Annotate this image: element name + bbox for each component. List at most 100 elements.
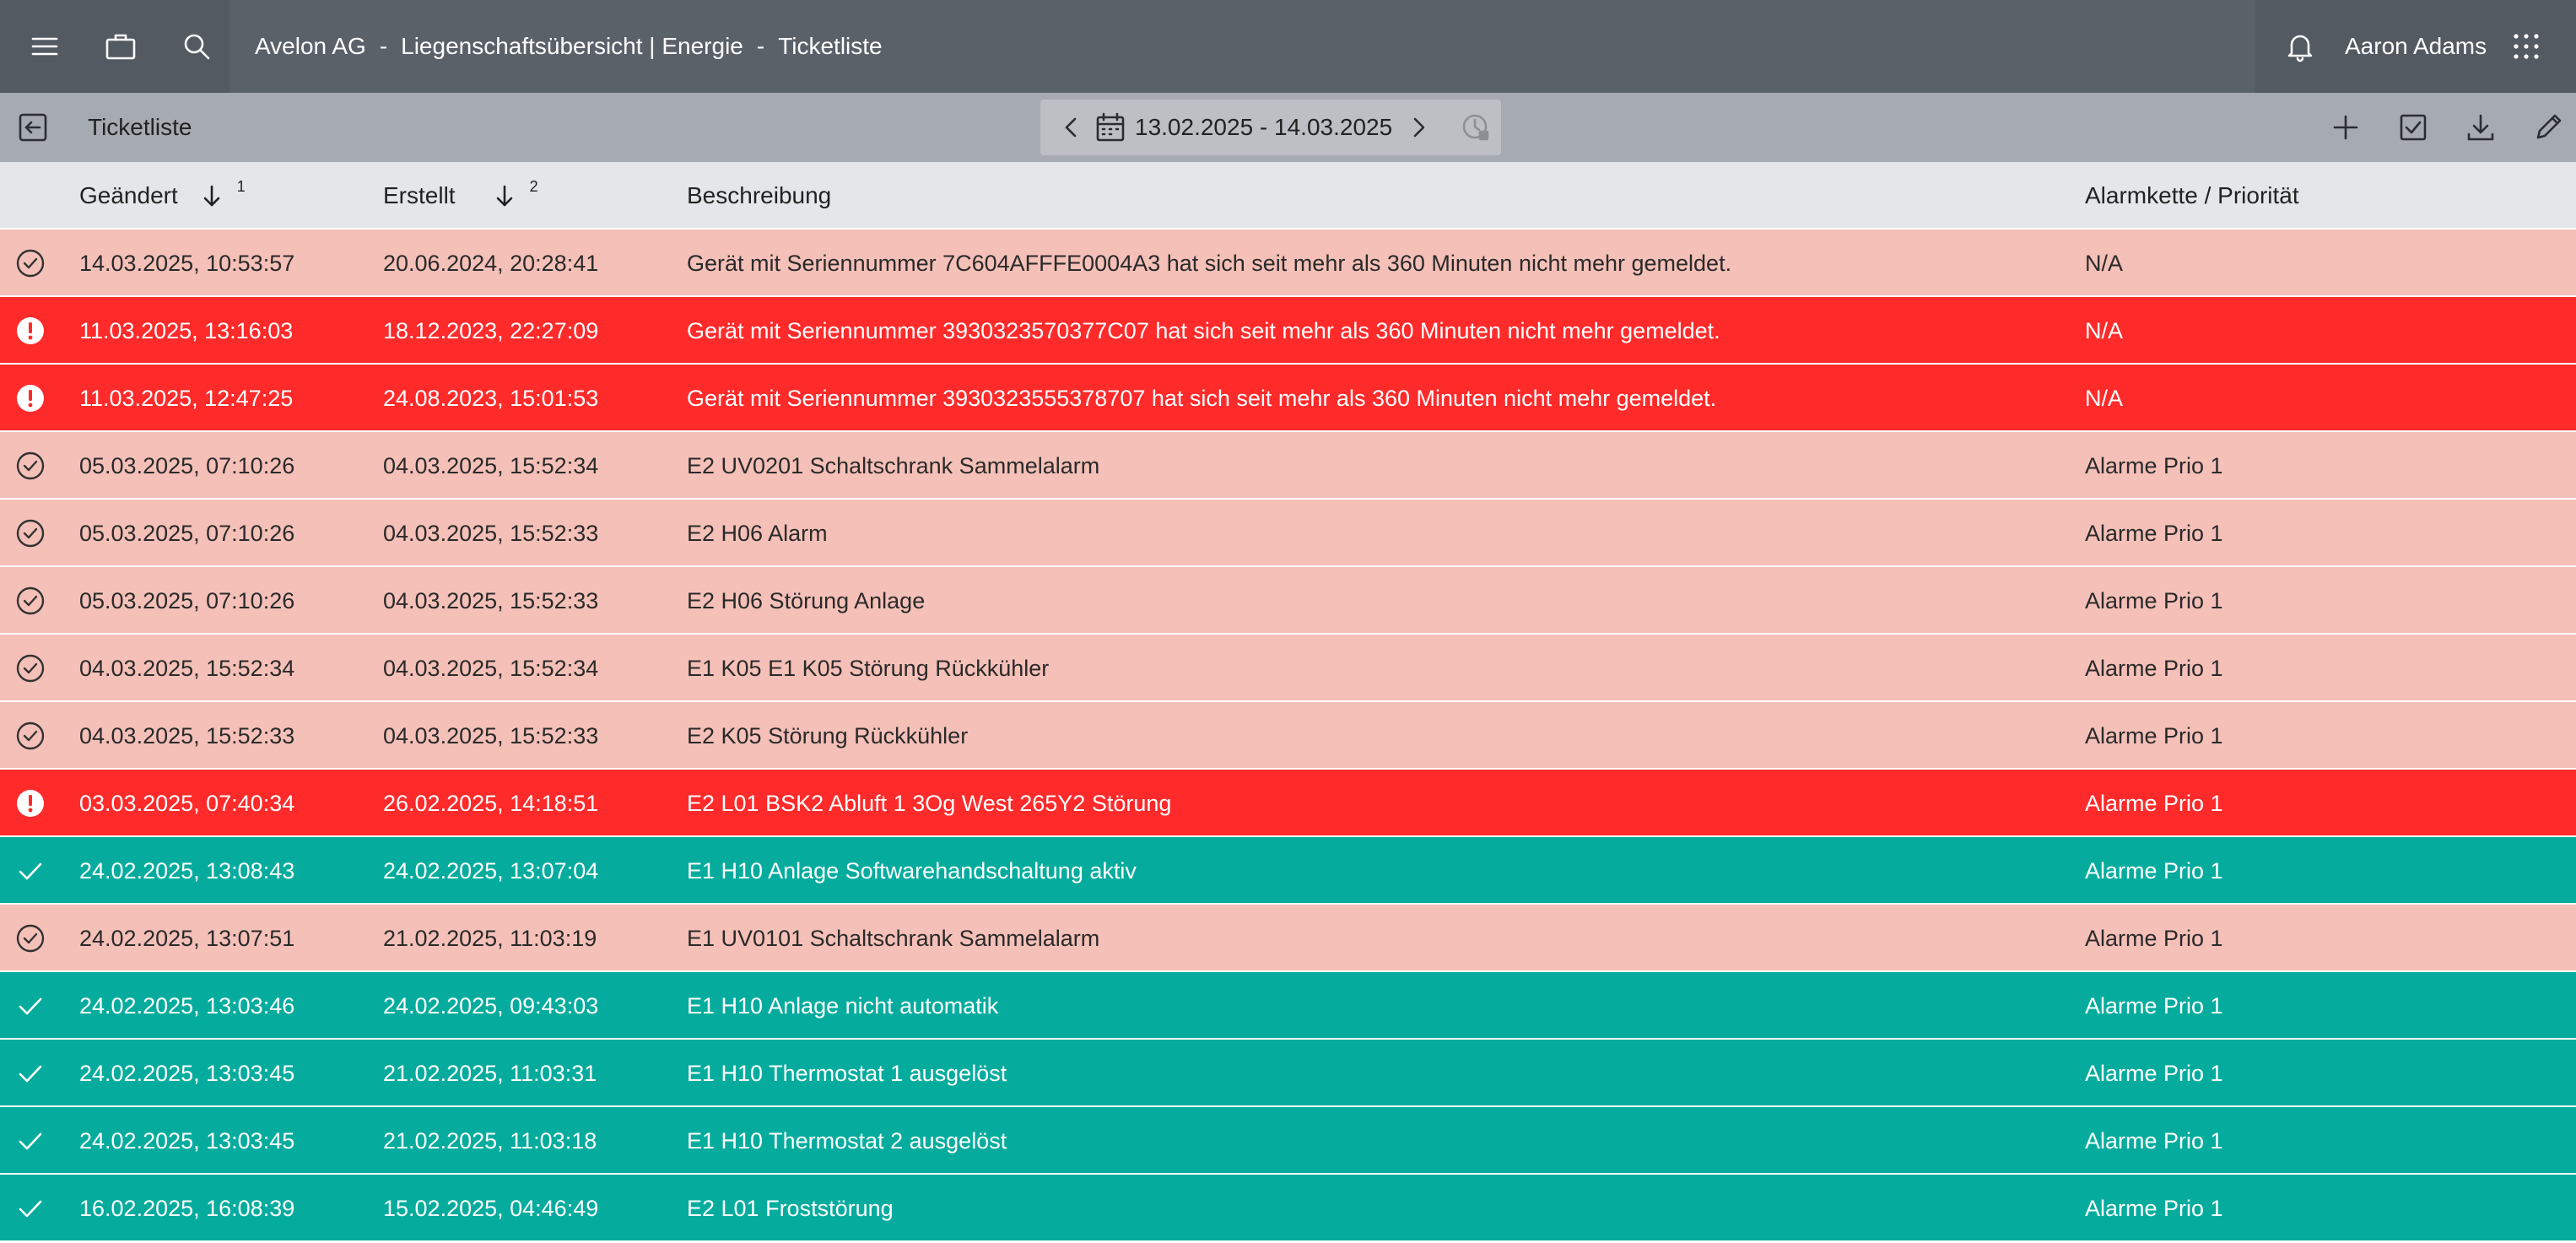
table-row[interactable]: 16.02.2025, 16:08:39 15.02.2025, 04:46:49… [0, 1175, 2576, 1242]
cell-priority: N/A [2085, 385, 2124, 411]
table-row[interactable]: 24.02.2025, 13:03:45 21.02.2025, 11:03:31… [0, 1040, 2576, 1107]
cell-description: E2 K05 Störung Rückkühler [687, 722, 969, 749]
check-circle-icon[interactable] [14, 230, 48, 297]
menu-icon[interactable] [25, 27, 64, 66]
check-icon[interactable] [14, 1175, 48, 1242]
table-header: Geändert 1 Erstellt 2 Beschreibung Alarm… [0, 162, 2576, 230]
table-row[interactable]: 14.03.2025, 10:53:57 20.06.2024, 20:28:41… [0, 230, 2576, 297]
back-icon[interactable] [14, 108, 52, 147]
sort-descending-icon[interactable] [198, 182, 225, 209]
cell-priority: Alarme Prio 1 [2085, 452, 2223, 478]
column-header-description[interactable]: Beschreibung [687, 162, 831, 230]
cell-modified: 24.02.2025, 13:03:45 [79, 1127, 295, 1154]
cell-description: E2 H06 Alarm [687, 520, 828, 546]
cell-priority: Alarme Prio 1 [2085, 520, 2223, 546]
cell-description: E2 H06 Störung Anlage [687, 587, 926, 613]
check-icon[interactable] [14, 1107, 48, 1175]
calendar-icon[interactable] [1091, 108, 1130, 147]
cell-description: E1 H10 Thermostat 2 ausgelöst [687, 1127, 1007, 1154]
search-icon[interactable] [177, 27, 216, 66]
header-left-icons [0, 0, 230, 93]
check-icon[interactable] [14, 972, 48, 1040]
cell-description: E2 L01 Froststörung [687, 1195, 894, 1221]
cell-modified: 11.03.2025, 13:16:03 [79, 317, 294, 343]
cell-priority: N/A [2085, 317, 2124, 343]
table-row[interactable]: 24.02.2025, 13:08:43 24.02.2025, 13:07:04… [0, 837, 2576, 905]
alert-circle-icon[interactable] [14, 365, 48, 432]
breadcrumb-company[interactable]: Avelon AG [255, 33, 366, 60]
breadcrumb-current-page: Ticketliste [778, 33, 883, 59]
cell-priority: N/A [2085, 250, 2124, 276]
apps-grid-icon[interactable] [2507, 27, 2546, 66]
cell-priority: Alarme Prio 1 [2085, 790, 2223, 816]
table-row[interactable]: 03.03.2025, 07:40:34 26.02.2025, 14:18:51… [0, 770, 2576, 837]
check-circle-icon[interactable] [14, 432, 48, 500]
column-created-label: Erstellt [383, 182, 456, 208]
check-circle-icon[interactable] [14, 567, 48, 635]
check-icon[interactable] [14, 837, 48, 905]
table-row[interactable]: 04.03.2025, 15:52:34 04.03.2025, 15:52:34… [0, 635, 2576, 702]
table-row[interactable]: 24.02.2025, 13:03:45 21.02.2025, 11:03:18… [0, 1107, 2576, 1175]
cell-description: Gerät mit Seriennummer 7C604AFFFE0004A3 … [687, 250, 1732, 276]
alert-circle-icon[interactable] [14, 770, 48, 837]
cell-created: 21.02.2025, 11:03:18 [383, 1127, 597, 1154]
column-header-priority[interactable]: Alarmkette / Priorität [2085, 162, 2299, 230]
column-header-modified[interactable]: Geändert 1 [79, 162, 246, 230]
table-row[interactable]: 11.03.2025, 13:16:03 18.12.2023, 22:27:09… [0, 297, 2576, 365]
download-icon[interactable] [2461, 108, 2500, 147]
cell-priority: Alarme Prio 1 [2085, 1127, 2223, 1154]
cell-created: 24.08.2023, 15:01:53 [383, 385, 599, 411]
alert-circle-icon[interactable] [14, 297, 48, 365]
history-icon[interactable] [1456, 108, 1495, 147]
cell-modified: 03.03.2025, 07:40:34 [79, 790, 295, 816]
table-row[interactable]: 05.03.2025, 07:10:26 04.03.2025, 15:52:33… [0, 567, 2576, 635]
check-circle-icon[interactable] [14, 702, 48, 770]
cell-created: 04.03.2025, 15:52:33 [383, 587, 599, 613]
cell-modified: 24.02.2025, 13:03:45 [79, 1060, 295, 1086]
checkbox-icon[interactable] [2394, 108, 2433, 147]
cell-priority: Alarme Prio 1 [2085, 857, 2223, 884]
chevron-right-icon[interactable] [1399, 108, 1438, 147]
cell-created: 18.12.2023, 22:27:09 [383, 317, 599, 343]
chevron-left-icon[interactable] [1052, 108, 1091, 147]
cell-created: 21.02.2025, 11:03:19 [383, 925, 597, 951]
column-description-label: Beschreibung [687, 182, 832, 208]
breadcrumb-separator: - [379, 33, 388, 59]
table-row[interactable]: 11.03.2025, 12:47:25 24.08.2023, 15:01:53… [0, 365, 2576, 432]
briefcase-icon[interactable] [101, 27, 140, 66]
cell-description: E1 H10 Anlage Softwarehandschaltung akti… [687, 857, 1137, 884]
page-toolbar: Ticketliste 13.02.2025 - 14.03.2025 [0, 93, 2576, 162]
bell-icon[interactable] [2281, 27, 2319, 66]
cell-modified: 24.02.2025, 13:07:51 [79, 925, 295, 951]
edit-icon[interactable] [2529, 108, 2568, 147]
table-row[interactable]: 05.03.2025, 07:10:26 04.03.2025, 15:52:33… [0, 500, 2576, 567]
table-row[interactable]: 24.02.2025, 13:03:46 24.02.2025, 09:43:03… [0, 972, 2576, 1040]
check-circle-icon[interactable] [14, 905, 48, 972]
cell-modified: 24.02.2025, 13:03:46 [79, 992, 295, 1019]
check-icon[interactable] [14, 1040, 48, 1107]
cell-modified: 05.03.2025, 07:10:26 [79, 452, 295, 478]
table-row[interactable]: 24.02.2025, 13:07:51 21.02.2025, 11:03:19… [0, 905, 2576, 972]
breadcrumb-property-overview[interactable]: Liegenschaftsübersicht | Energie [401, 33, 743, 60]
add-icon[interactable] [2326, 108, 2365, 147]
user-name[interactable]: Aaron Adams [2345, 33, 2487, 60]
cell-created: 04.03.2025, 15:52:33 [383, 520, 599, 546]
cell-modified: 05.03.2025, 07:10:26 [79, 520, 295, 546]
cell-priority: Alarme Prio 1 [2085, 722, 2223, 749]
cell-priority: Alarme Prio 1 [2085, 655, 2223, 681]
toolbar-actions [2326, 93, 2568, 162]
cell-description: E1 K05 E1 K05 Störung Rückkühler [687, 655, 1050, 681]
cell-created: 26.02.2025, 14:18:51 [383, 790, 599, 816]
sort-descending-icon[interactable] [491, 182, 518, 209]
column-header-created[interactable]: Erstellt 2 [383, 162, 538, 230]
check-circle-icon[interactable] [14, 500, 48, 567]
cell-modified: 04.03.2025, 15:52:34 [79, 655, 295, 681]
header-user-area: Aaron Adams [2255, 0, 2576, 93]
cell-priority: Alarme Prio 1 [2085, 1060, 2223, 1086]
date-range-value[interactable]: 13.02.2025 - 14.03.2025 [1135, 114, 1392, 141]
check-circle-icon[interactable] [14, 635, 48, 702]
cell-description: Gerät mit Seriennummer 3930323555378707 … [687, 385, 1717, 411]
ticket-table-body: 14.03.2025, 10:53:57 20.06.2024, 20:28:41… [0, 230, 2576, 1242]
table-row[interactable]: 05.03.2025, 07:10:26 04.03.2025, 15:52:34… [0, 432, 2576, 500]
table-row[interactable]: 04.03.2025, 15:52:33 04.03.2025, 15:52:33… [0, 702, 2576, 770]
